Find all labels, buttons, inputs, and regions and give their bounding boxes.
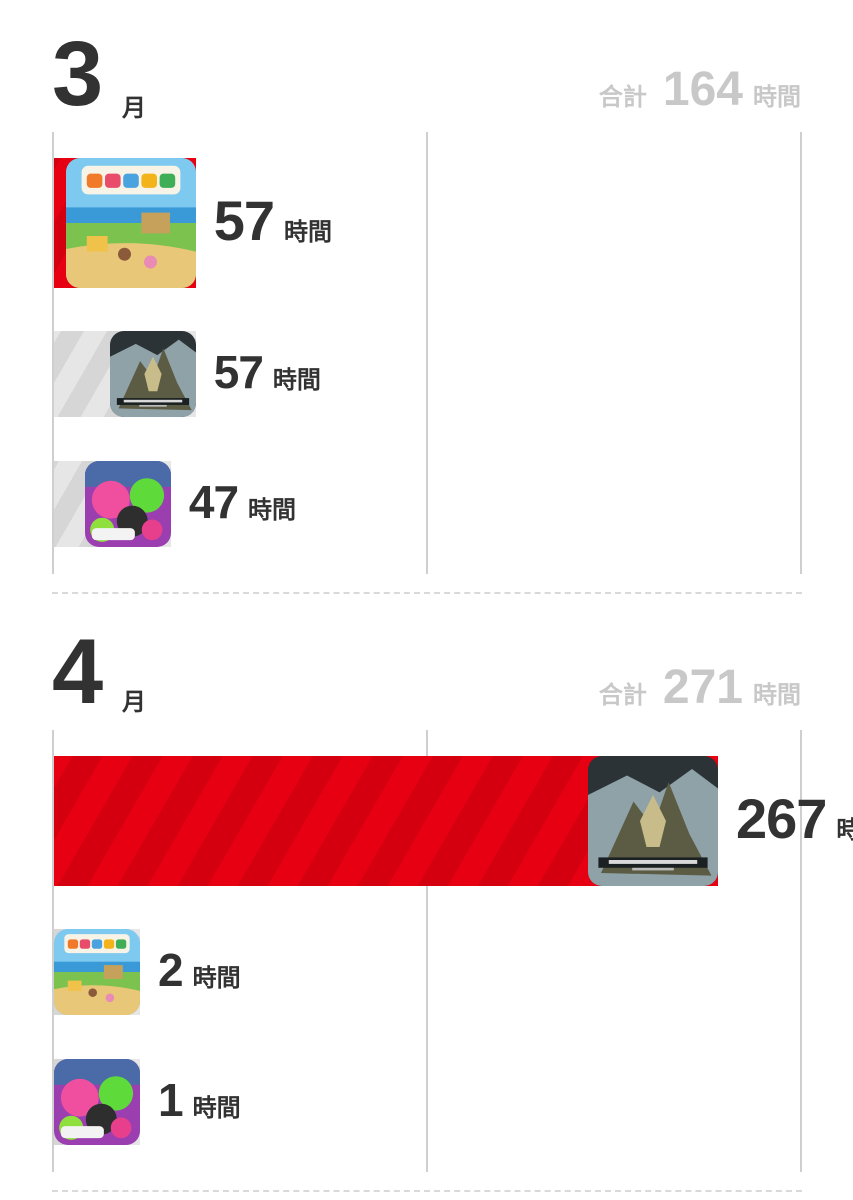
month-unit-label: 月 xyxy=(122,689,146,716)
data-unit: 時間 xyxy=(248,497,297,525)
splatoon2-cover-icon xyxy=(54,1059,140,1145)
data-value: 1 xyxy=(158,1074,184,1127)
splatoon2-cover-icon xyxy=(84,461,171,547)
data-label: 1 時間 xyxy=(158,1073,241,1127)
data-label: 57 時間 xyxy=(214,188,332,253)
section-divider xyxy=(52,592,802,594)
month-unit-label: 月 xyxy=(122,95,146,122)
section-divider xyxy=(52,1190,802,1192)
month-number: 3 xyxy=(52,23,103,125)
total-value: 271 xyxy=(662,661,743,714)
data-label: 267 時間 xyxy=(736,786,853,851)
month-total: 合計 271 時間 xyxy=(599,660,801,715)
total-unit: 時間 xyxy=(753,84,801,111)
data-unit: 時間 xyxy=(836,817,853,845)
monster-hunter-rise-cover-icon xyxy=(587,756,718,886)
animal-crossing-cover-icon xyxy=(65,158,196,288)
data-label: 2 時間 xyxy=(158,943,241,997)
data-value: 267 xyxy=(735,787,827,851)
data-unit: 時間 xyxy=(272,367,321,395)
total-label: 合計 xyxy=(598,682,647,709)
monster-hunter-rise-cover-icon xyxy=(109,331,196,417)
month-section-april: 4 月 合計 271 時間 267 時間 2 時間 1 時間 xyxy=(0,598,853,1200)
month-number: 4 xyxy=(52,621,103,723)
data-value: 57 xyxy=(213,346,264,399)
total-unit: 時間 xyxy=(753,682,801,709)
month-total: 合計 164 時間 xyxy=(599,62,801,117)
bar-chart-april: 267 時間 2 時間 1 時間 xyxy=(0,730,853,1172)
grid-line xyxy=(426,132,428,574)
bar-chart-march: 57 時間 57 時間 47 時間 xyxy=(0,132,853,574)
data-value: 57 xyxy=(213,189,275,253)
data-value: 2 xyxy=(158,944,184,997)
data-label: 57 時間 xyxy=(214,345,321,399)
data-label: 47 時間 xyxy=(189,475,296,529)
grid-line xyxy=(800,132,802,574)
total-label: 合計 xyxy=(598,84,647,111)
data-value: 47 xyxy=(188,476,239,529)
month-section-march: 3 月 合計 164 時間 57 時間 57 時間 47 時間 xyxy=(0,0,853,600)
animal-crossing-cover-icon xyxy=(54,929,140,1015)
data-unit: 時間 xyxy=(284,219,333,247)
total-value: 164 xyxy=(662,63,743,116)
data-unit: 時間 xyxy=(192,1095,241,1123)
data-unit: 時間 xyxy=(192,965,241,993)
